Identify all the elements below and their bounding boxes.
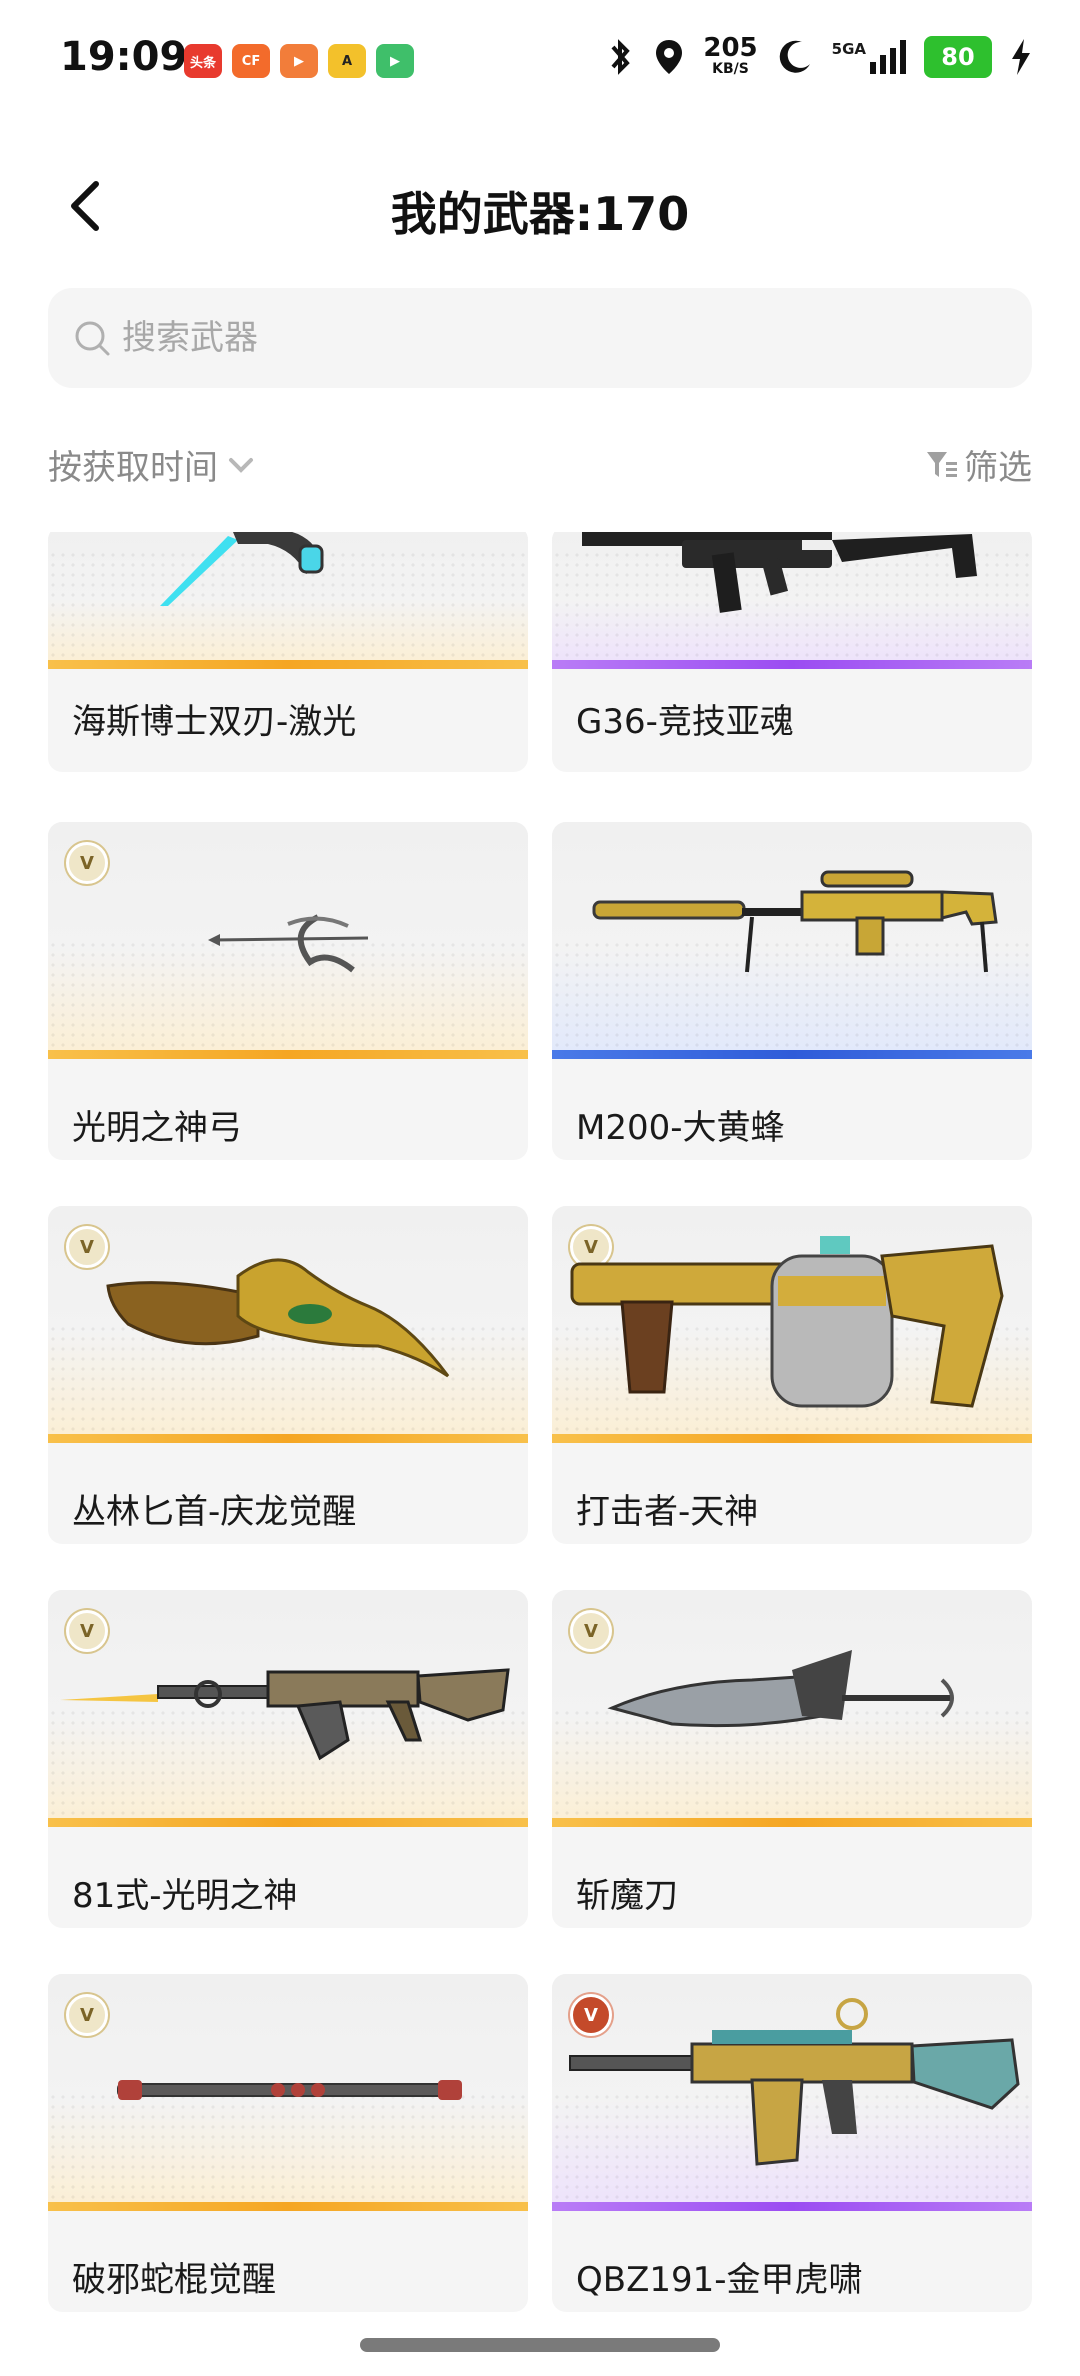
chevron-down-icon bbox=[229, 457, 253, 473]
rarity-bar bbox=[48, 660, 528, 669]
weapon-thumbnail: V bbox=[552, 1974, 1032, 2202]
search-input[interactable] bbox=[120, 317, 1004, 359]
sort-label: 按获取时间 bbox=[48, 448, 218, 488]
rarity-bar bbox=[48, 1818, 528, 1827]
a-app-icon: A bbox=[328, 44, 366, 78]
weapon-thumbnail bbox=[552, 822, 1032, 1050]
weapon-name: 斩魔刀 bbox=[576, 1876, 678, 1916]
staff-weapon-icon bbox=[117, 2080, 462, 2100]
weapon-card[interactable]: V 光明之神弓 bbox=[48, 822, 528, 1160]
network-type: 5GA bbox=[831, 40, 866, 58]
weapon-card[interactable]: V 丛林匕首-庆龙觉醒 bbox=[48, 1206, 528, 1544]
weapon-name: 81式-光明之神 bbox=[72, 1876, 298, 1916]
cf-app-icon: CF bbox=[232, 44, 270, 78]
system-status-icons: 205 KB/S 5GA 80 bbox=[605, 33, 1032, 78]
rarity-bar bbox=[552, 1050, 1032, 1059]
toutiao-app-icon: 头条 bbox=[184, 44, 222, 78]
charging-bolt-icon bbox=[1012, 39, 1030, 75]
cellular-signal: 5GA bbox=[832, 40, 906, 74]
sort-dropdown[interactable]: 按获取时间 bbox=[48, 440, 258, 489]
weapon-name: M200-大黄蜂 bbox=[576, 1108, 785, 1148]
location-icon bbox=[656, 40, 683, 74]
weapon-card[interactable]: G36-竞技亚魂 bbox=[552, 532, 1032, 772]
network-speed-value: 205 bbox=[703, 33, 758, 63]
weapon-card[interactable]: V 打击者-天神 bbox=[552, 1206, 1032, 1544]
weapon-card[interactable]: V 81式-光明之神 bbox=[48, 1590, 528, 1928]
rarity-bar bbox=[552, 1434, 1032, 1443]
rarity-bar bbox=[552, 1818, 1032, 1827]
status-time: 19:09 bbox=[60, 34, 188, 80]
do-not-disturb-moon-icon bbox=[779, 40, 810, 73]
signal-bars-icon bbox=[870, 40, 906, 74]
weapon-thumbnail: V bbox=[552, 1590, 1032, 1818]
weapon-name: 打击者-天神 bbox=[576, 1492, 759, 1532]
assault-rifle-weapon-icon bbox=[60, 1668, 510, 1761]
weapon-thumbnail: V bbox=[48, 1590, 528, 1818]
weapon-name: 光明之神弓 bbox=[72, 1108, 242, 1148]
weapon-grid: 海斯博士双刃-激光 G36-竞技亚魂 V 光明之神弓 M200-大黄蜂 V 丛林… bbox=[48, 532, 1032, 2314]
weapon-name: 破邪蛇棍觉醒 bbox=[72, 2260, 276, 2300]
weapon-thumbnail: V bbox=[552, 1206, 1032, 1434]
demon-blade-weapon-icon bbox=[607, 1650, 954, 1728]
weapon-thumbnail bbox=[48, 532, 528, 660]
rarity-bar bbox=[48, 2202, 528, 2211]
weapon-card[interactable]: M200-大黄蜂 bbox=[552, 822, 1032, 1160]
dragon-dagger-weapon-icon bbox=[106, 1258, 450, 1378]
weapon-thumbnail: V bbox=[48, 822, 528, 1050]
sniper-weapon-icon bbox=[592, 870, 998, 973]
video-app-icon: ▶ bbox=[376, 44, 414, 78]
weapon-thumbnail: V bbox=[48, 1974, 528, 2202]
status-bar: 19:09 头条 CF ▶ A ▶ 205 KB/S 5GA 80 bbox=[0, 0, 1080, 120]
weapon-name: G36-竞技亚魂 bbox=[576, 702, 794, 742]
bow-weapon-icon bbox=[208, 914, 369, 973]
filter-label: 筛选 bbox=[964, 448, 1032, 488]
rarity-bar bbox=[48, 1050, 528, 1059]
qbz-rifle-weapon-icon bbox=[569, 1998, 1020, 2166]
drum-shotgun-weapon-icon bbox=[570, 1236, 1004, 1408]
rarity-bar bbox=[552, 2202, 1032, 2211]
weapon-thumbnail bbox=[552, 532, 1032, 660]
rarity-bar bbox=[552, 660, 1032, 669]
weapon-card[interactable]: 海斯博士双刃-激光 bbox=[48, 532, 528, 772]
page-header: 我的武器:170 bbox=[0, 150, 1080, 260]
battery-indicator: 80 bbox=[924, 36, 992, 78]
sort-filter-bar: 按获取时间 筛选 bbox=[48, 440, 1032, 490]
filter-button[interactable]: 筛选 bbox=[924, 440, 1032, 489]
home-indicator[interactable] bbox=[360, 2338, 720, 2352]
notification-app-icons: 头条 CF ▶ A ▶ bbox=[184, 44, 414, 78]
game-app-icon: ▶ bbox=[280, 44, 318, 78]
weapon-name: 丛林匕首-庆龙觉醒 bbox=[72, 1492, 357, 1532]
rarity-bar bbox=[48, 1434, 528, 1443]
weapon-card[interactable]: V 破邪蛇棍觉醒 bbox=[48, 1974, 528, 2312]
search-icon bbox=[75, 321, 110, 356]
page-title: 我的武器:170 bbox=[390, 187, 690, 241]
weapon-card[interactable]: V 斩魔刀 bbox=[552, 1590, 1032, 1928]
weapon-thumbnail: V bbox=[48, 1206, 528, 1434]
dual-blade-weapon-icon bbox=[160, 532, 324, 606]
weapon-name: 海斯博士双刃-激光 bbox=[72, 702, 357, 742]
bluetooth-icon bbox=[611, 39, 631, 75]
weapon-name: QBZ191-金甲虎啸 bbox=[576, 2260, 863, 2300]
search-bar[interactable] bbox=[48, 288, 1032, 388]
filter-icon bbox=[927, 451, 957, 477]
weapon-card[interactable]: V QBZ191-金甲虎啸 bbox=[552, 1974, 1032, 2312]
network-speed: 205 KB/S bbox=[703, 33, 758, 78]
rifle-weapon-icon bbox=[582, 532, 977, 613]
